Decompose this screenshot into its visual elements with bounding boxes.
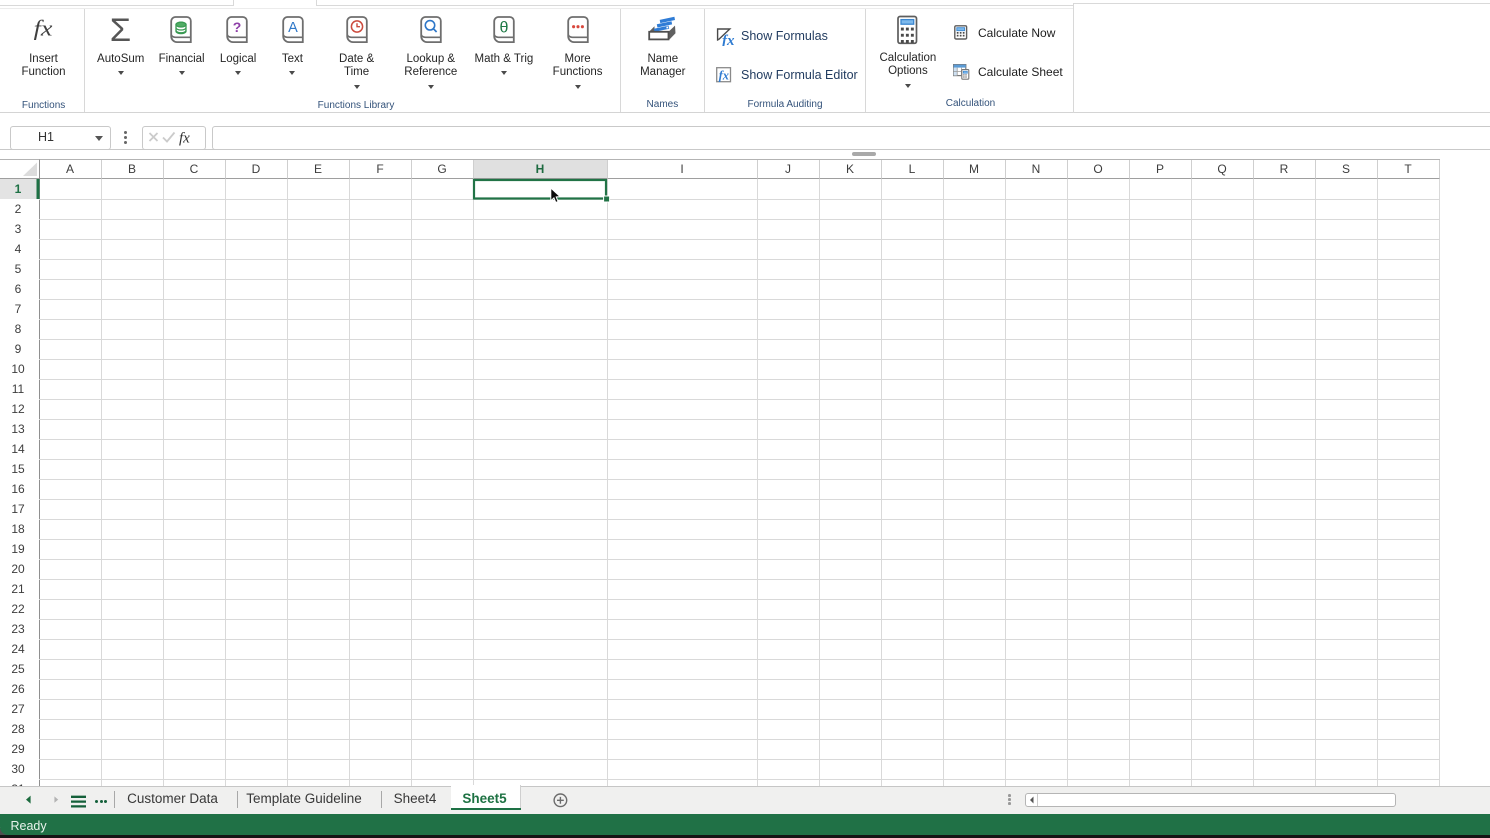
- svg-text:fx: fx: [722, 33, 735, 46]
- svg-text:fx: fx: [179, 131, 190, 147]
- svg-text:fx: fx: [34, 17, 53, 41]
- svg-text:fx: fx: [719, 69, 729, 83]
- svg-text:θ: θ: [500, 20, 509, 37]
- svg-text:?: ?: [233, 19, 242, 35]
- svg-text:Σ: Σ: [110, 15, 131, 45]
- svg-text:A: A: [288, 20, 298, 36]
